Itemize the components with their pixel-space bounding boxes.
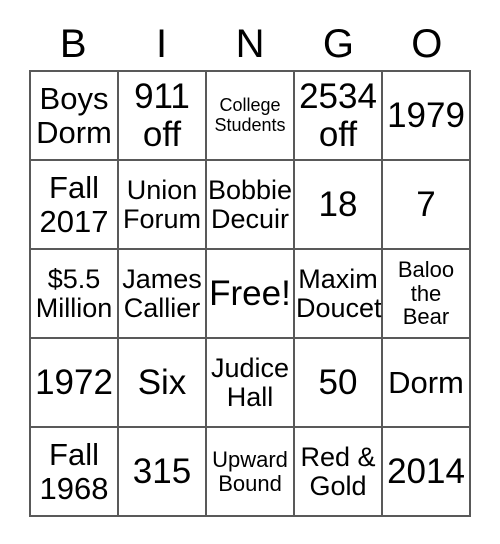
bingo-card: B I N G O Boys Dorm 911 off College Stud… bbox=[29, 18, 471, 517]
bingo-cell[interactable]: Six bbox=[119, 339, 207, 428]
header-letter-text: B bbox=[59, 22, 87, 66]
bingo-cell[interactable]: 2014 bbox=[383, 428, 471, 517]
bingo-cell[interactable]: 911 off bbox=[119, 72, 207, 161]
bingo-cell-text: Fall 1968 bbox=[39, 437, 109, 506]
bingo-cell[interactable]: Dorm bbox=[383, 339, 471, 428]
bingo-cell-text: Boys Dorm bbox=[36, 81, 112, 150]
bingo-cell-text: 911 off bbox=[134, 77, 190, 154]
bingo-row: Boys Dorm 911 off College Students 2534 … bbox=[31, 72, 471, 161]
bingo-header-letter-b: B bbox=[29, 18, 117, 70]
bingo-cell[interactable]: College Students bbox=[207, 72, 295, 161]
header-letter-text: I bbox=[156, 22, 168, 66]
header-letter-text: G bbox=[322, 22, 354, 66]
bingo-cell[interactable]: James Callier bbox=[119, 250, 207, 339]
bingo-row: $5.5 Million James Callier Free! Maxim D… bbox=[31, 250, 471, 339]
bingo-row: 1972 Six Judice Hall 50 Dorm bbox=[31, 339, 471, 428]
bingo-header-letter-o: O bbox=[383, 18, 471, 70]
bingo-cell-text: Dorm bbox=[388, 364, 464, 400]
bingo-cell-text: 50 bbox=[318, 362, 358, 402]
bingo-cell-text: Upward Bound bbox=[212, 446, 288, 496]
bingo-header-letter-n: N bbox=[206, 18, 294, 70]
bingo-row: Fall 2017 Union Forum Bobbie Decuir 18 7 bbox=[31, 161, 471, 250]
bingo-cell-text: Judice Hall bbox=[210, 352, 290, 412]
bingo-cell[interactable]: 1979 bbox=[383, 72, 471, 161]
bingo-cell[interactable]: 7 bbox=[383, 161, 471, 250]
bingo-cell-text: Baloo the Bear bbox=[397, 257, 455, 330]
bingo-cell-text: 1972 bbox=[35, 362, 113, 402]
bingo-row: Fall 1968 315 Upward Bound Red & Gold 20… bbox=[31, 428, 471, 517]
bingo-cell[interactable]: Union Forum bbox=[119, 161, 207, 250]
bingo-cell[interactable]: Upward Bound bbox=[207, 428, 295, 517]
bingo-cell-text: James Callier bbox=[122, 263, 202, 323]
bingo-grid: Boys Dorm 911 off College Students 2534 … bbox=[29, 70, 471, 517]
bingo-cell-text: Maxim Doucet bbox=[296, 263, 382, 323]
bingo-cell-text: Six bbox=[137, 362, 187, 402]
bingo-cell-text: 1979 bbox=[387, 95, 465, 135]
bingo-header-letter-i: I bbox=[117, 18, 205, 70]
bingo-cell[interactable]: 1972 bbox=[31, 339, 119, 428]
header-letter-text: O bbox=[411, 22, 443, 66]
bingo-cell-text: 18 bbox=[318, 184, 358, 224]
bingo-cell-text: Fall 2017 bbox=[39, 170, 109, 239]
bingo-cell[interactable]: Fall 1968 bbox=[31, 428, 119, 517]
bingo-cell[interactable]: Maxim Doucet bbox=[295, 250, 383, 339]
bingo-cell-text: 2014 bbox=[387, 451, 465, 491]
bingo-cell-text: Red & Gold bbox=[300, 441, 376, 501]
bingo-cell[interactable]: Judice Hall bbox=[207, 339, 295, 428]
bingo-header-row: B I N G O bbox=[29, 18, 471, 70]
bingo-cell[interactable]: Red & Gold bbox=[295, 428, 383, 517]
bingo-cell[interactable]: 18 bbox=[295, 161, 383, 250]
bingo-cell-text: 7 bbox=[416, 184, 436, 224]
bingo-cell[interactable]: 50 bbox=[295, 339, 383, 428]
bingo-cell[interactable]: Fall 2017 bbox=[31, 161, 119, 250]
bingo-cell[interactable]: Baloo the Bear bbox=[383, 250, 471, 339]
bingo-cell[interactable]: Boys Dorm bbox=[31, 72, 119, 161]
bingo-free-cell[interactable]: Free! bbox=[207, 250, 295, 339]
bingo-cell-text: 2534 off bbox=[299, 77, 377, 154]
bingo-cell[interactable]: Bobbie Decuir bbox=[207, 161, 295, 250]
bingo-cell[interactable]: $5.5 Million bbox=[31, 250, 119, 339]
bingo-cell[interactable]: 2534 off bbox=[295, 72, 383, 161]
bingo-cell-text: Union Forum bbox=[122, 174, 201, 234]
header-letter-text: N bbox=[235, 22, 265, 66]
bingo-cell[interactable]: 315 bbox=[119, 428, 207, 517]
bingo-cell-text: Free! bbox=[209, 273, 291, 313]
bingo-header-letter-g: G bbox=[294, 18, 382, 70]
bingo-cell-text: College Students bbox=[214, 95, 286, 135]
bingo-cell-text: Bobbie Decuir bbox=[208, 174, 293, 234]
bingo-cell-text: 315 bbox=[132, 451, 192, 491]
bingo-cell-text: $5.5 Million bbox=[35, 263, 113, 323]
